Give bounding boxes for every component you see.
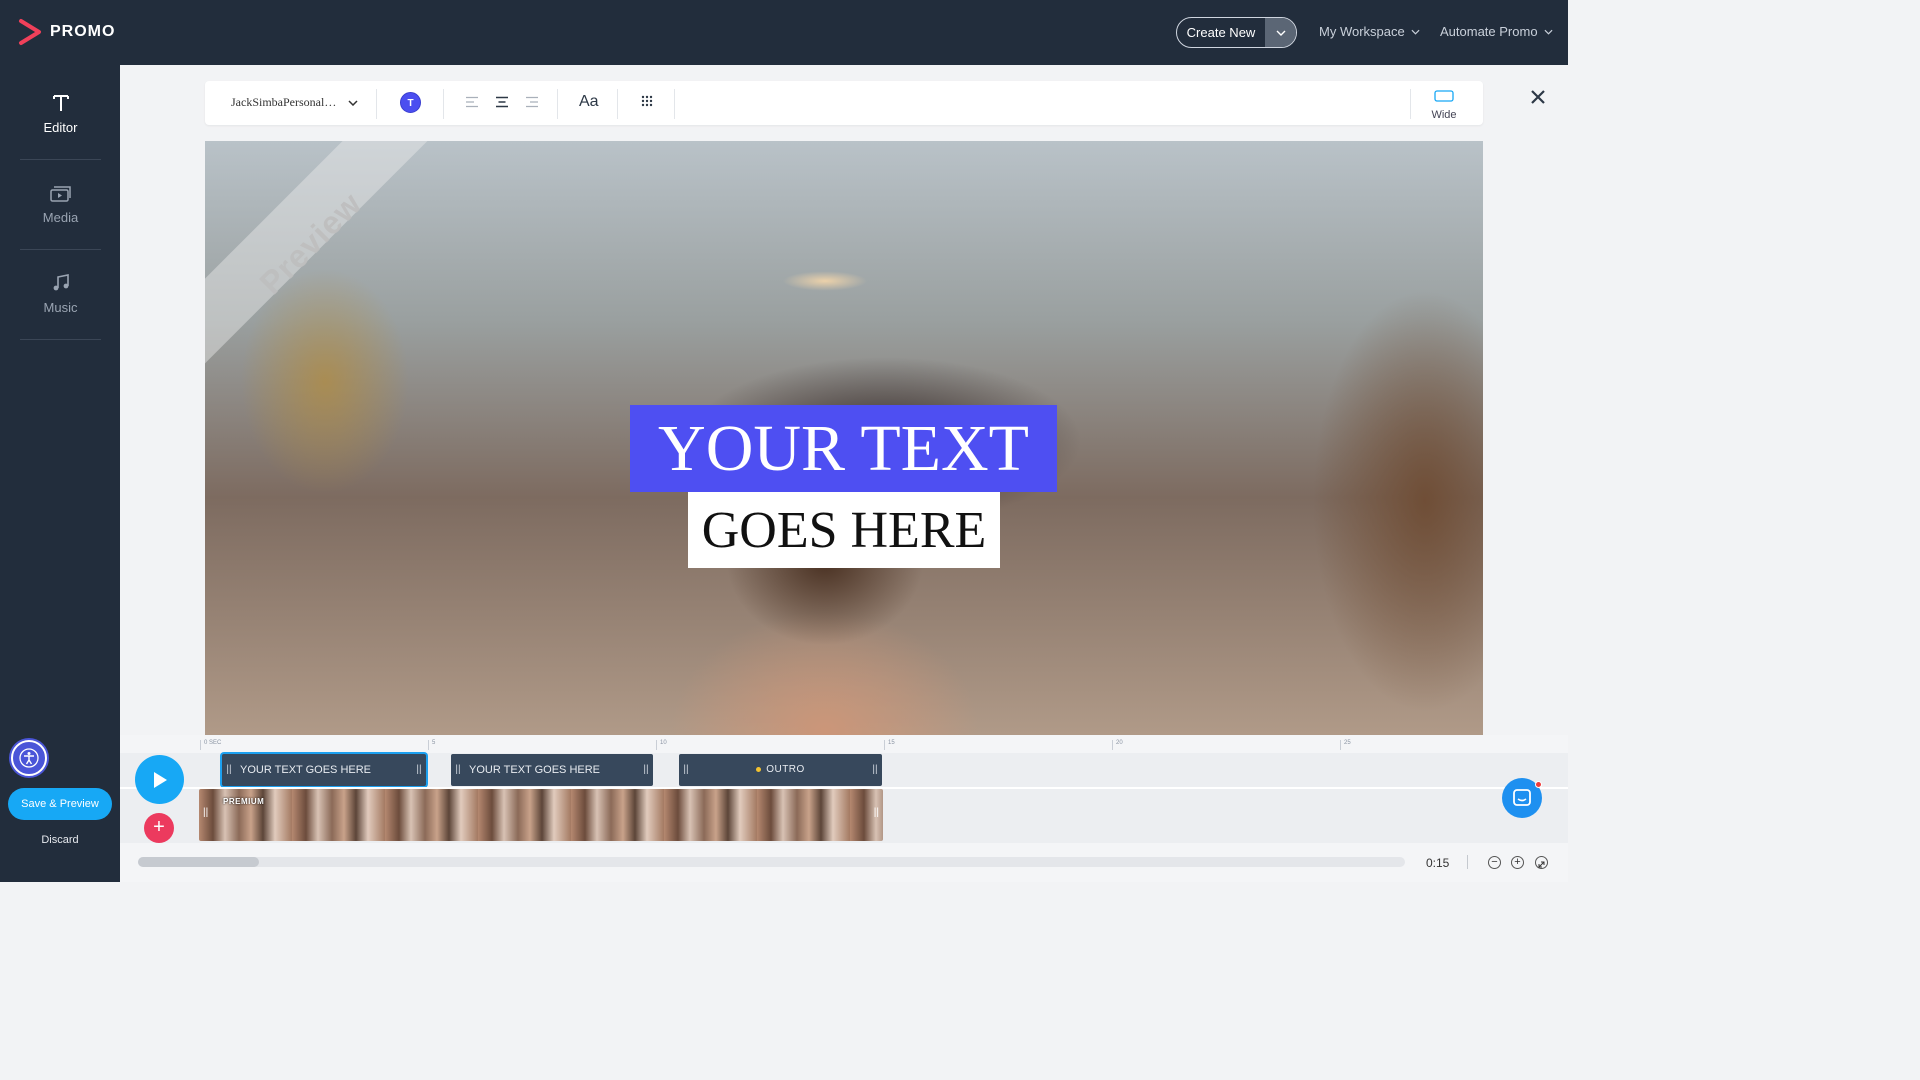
timeline-ruler: 0 SEC 5 10 15 20 25 (200, 735, 1568, 751)
clip-trim-handle-right[interactable]: || (868, 754, 882, 786)
accessibility-button[interactable] (11, 740, 47, 776)
divider (1467, 855, 1468, 869)
save-preview-button[interactable]: Save & Preview (8, 788, 112, 820)
font-select[interactable]: JackSimbaPersonal… (231, 95, 358, 110)
text-track: || YOUR TEXT GOES HERE || || YOUR TEXT G… (120, 753, 1568, 787)
clip-trim-handle-right[interactable]: || (639, 754, 653, 786)
ruler-tick: 5 (428, 740, 435, 750)
add-clip-button[interactable]: + (144, 813, 174, 843)
clip-label: YOUR TEXT GOES HERE (240, 764, 372, 776)
text-clip[interactable]: || YOUR TEXT GOES HERE || (451, 754, 653, 786)
clip-trim-handle-right[interactable]: || (412, 754, 426, 786)
top-bar: PROMO Create New My Workspace Automate P… (0, 0, 1568, 65)
chevron-down-icon (1544, 29, 1553, 35)
expand-arrows-icon (1538, 861, 1545, 868)
chevron-down-icon (1411, 29, 1420, 35)
discard-button[interactable]: Discard (0, 834, 120, 846)
ruler-tick: 15 (884, 740, 895, 750)
chat-icon (1513, 789, 1531, 806)
ruler-tick: 10 (656, 740, 667, 750)
sidebar-item-music[interactable]: Music (20, 250, 101, 340)
sidebar-item-label: Media (42, 210, 79, 225)
text-t-icon (52, 95, 69, 111)
clip-label: OUTRO (766, 764, 805, 775)
align-center-icon[interactable] (495, 96, 509, 108)
create-new-label[interactable]: Create New (1177, 18, 1265, 47)
toolbar-divider (674, 89, 675, 119)
toolbar-divider (376, 89, 377, 119)
automate-promo-menu[interactable]: Automate Promo (1440, 24, 1553, 39)
text-clip-selected[interactable]: || YOUR TEXT GOES HERE || (222, 754, 426, 786)
text-editor-toolbar: JackSimbaPersonal… T Aa Wide (205, 81, 1483, 125)
video-preview-canvas[interactable]: Preview YOUR TEXT GOES HERE (205, 141, 1483, 735)
toolbar-divider (557, 89, 558, 119)
outro-clip[interactable]: || OUTRO || (679, 754, 882, 786)
music-note-icon (53, 274, 69, 291)
zoom-in-button[interactable]: + (1511, 856, 1524, 869)
align-right-icon[interactable] (525, 96, 539, 108)
accessibility-icon (19, 748, 39, 768)
timeline-scrollbar[interactable] (138, 857, 1405, 867)
toolbar-divider (617, 89, 618, 119)
chevron-down-icon (348, 99, 358, 106)
clip-trim-handle-left[interactable]: || (222, 754, 236, 786)
ruler-tick: 25 (1340, 740, 1351, 750)
toolbar-divider (1410, 89, 1411, 119)
my-workspace-label[interactable]: My Workspace (1319, 24, 1405, 39)
timeline: 0 SEC 5 10 15 20 25 || YOUR TEXT GOES HE… (120, 735, 1568, 882)
video-clip-thumbnails[interactable]: || PREMIUM || (199, 789, 883, 841)
play-icon (153, 771, 167, 788)
logo-text: PROMO (50, 23, 116, 40)
total-duration: 0:15 (1426, 856, 1450, 870)
outro-clip-content: OUTRO (693, 754, 868, 786)
ruler-tick: 20 (1112, 740, 1123, 750)
wide-ratio-icon (1434, 90, 1454, 102)
aspect-ratio-label: Wide (1431, 109, 1457, 121)
toolbar-divider (443, 89, 444, 119)
sidebar-item-media[interactable]: Media (20, 160, 101, 250)
clip-trim-handle-right[interactable]: || (874, 807, 879, 818)
automate-promo-label[interactable]: Automate Promo (1440, 24, 1538, 39)
outro-dot-icon (756, 766, 762, 772)
clip-trim-handle-left[interactable]: || (679, 754, 693, 786)
clip-trim-handle-left[interactable]: || (451, 754, 465, 786)
sidebar-item-label: Music (43, 300, 78, 315)
promo-logo[interactable]: PROMO (18, 18, 115, 46)
text-color-swatch[interactable]: T (400, 92, 421, 113)
expand-icon[interactable] (1535, 856, 1548, 869)
notification-dot (1535, 781, 1542, 788)
media-stack-icon (49, 186, 71, 202)
create-new-button[interactable]: Create New (1176, 17, 1297, 48)
close-icon[interactable] (1529, 88, 1547, 106)
preview-watermark-band (205, 141, 475, 391)
align-left-icon[interactable] (465, 96, 479, 108)
chevron-down-icon (1276, 30, 1285, 36)
sidebar-item-editor[interactable]: Editor (20, 70, 101, 160)
my-workspace-menu[interactable]: My Workspace (1319, 24, 1420, 39)
headline-text-line2[interactable]: GOES HERE (688, 492, 1000, 568)
clip-label: YOUR TEXT GOES HERE (469, 764, 601, 776)
sidebar-item-label: Editor (43, 120, 78, 135)
ruler-tick: 0 SEC (200, 740, 221, 750)
aspect-ratio-wide-button[interactable]: Wide (1427, 89, 1461, 121)
play-button[interactable] (135, 755, 184, 804)
text-size-button[interactable]: Aa (579, 93, 599, 111)
headline-text-line1[interactable]: YOUR TEXT (630, 405, 1057, 492)
promo-logo-icon (19, 19, 41, 45)
premium-badge: PREMIUM (223, 797, 265, 806)
sidebar: Editor Media Music Save & Preview Discar… (0, 65, 120, 882)
clip-trim-handle-left[interactable]: || (203, 807, 208, 818)
grid-dots-icon[interactable] (641, 95, 653, 107)
font-select-value[interactable]: JackSimbaPersonal… (231, 95, 336, 110)
create-new-dropdown-toggle[interactable] (1265, 18, 1296, 47)
zoom-out-button[interactable]: − (1488, 856, 1501, 869)
timeline-scroll-thumb[interactable] (138, 857, 259, 867)
